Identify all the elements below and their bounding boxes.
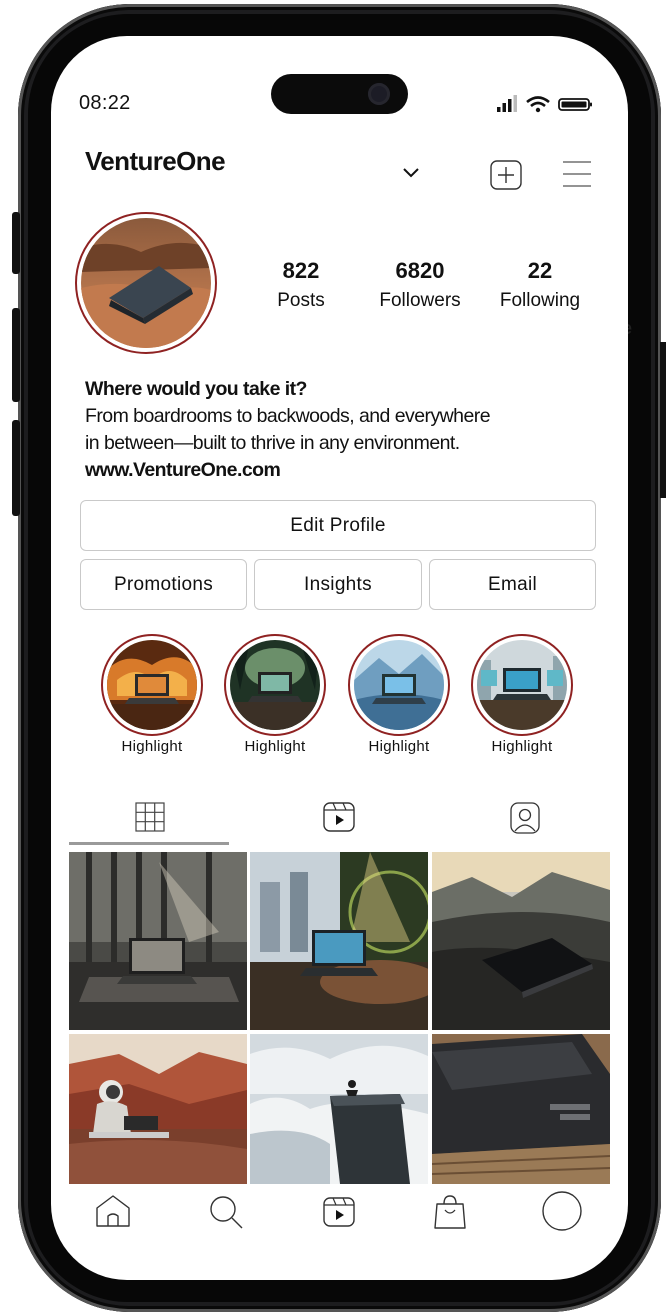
stat-value: 22 [527,258,553,283]
search-icon[interactable] [208,1194,244,1230]
grid-icon[interactable] [135,802,165,832]
status-icons [497,94,597,114]
dynamic-island [271,74,408,114]
highlight-image [477,640,567,730]
profile-bio: Where would you take it? From boardrooms… [85,376,605,484]
camera-lens [368,83,390,105]
post-thumbnail[interactable] [432,1034,610,1184]
stat-following[interactable]: 22 Following [480,258,600,312]
tagged-icon[interactable] [510,802,540,834]
insights-button[interactable]: Insights [254,559,422,610]
highlight-label: Highlight [244,738,306,755]
active-tab-indicator [69,842,229,845]
phone-power-button [660,342,666,498]
email-button[interactable]: Email [429,559,596,610]
highlight-ring [471,634,573,736]
post-thumbnail[interactable] [250,1034,428,1184]
phone-volume-down-button [12,420,20,516]
highlight-snow[interactable]: Highlight [347,634,451,755]
promotions-button[interactable]: Promotions [80,559,247,610]
avatar [81,218,211,348]
stat-label: Posts [277,290,325,311]
highlight-fire[interactable]: Highlight [100,634,204,755]
post-thumbnail[interactable] [432,852,610,1030]
highlight-city[interactable]: Highlight [470,634,574,755]
highlight-label: Highlight [368,738,430,755]
phone-action-button [12,212,20,274]
edit-profile-button[interactable]: Edit Profile [80,500,596,551]
post-thumbnail[interactable] [69,1034,247,1184]
stat-value: 822 [282,258,320,283]
phone-screen: 08:22 VentureOne 822 Posts 6820 Follower… [51,36,628,1280]
post-thumbnail[interactable] [69,852,247,1030]
highlight-image [230,640,320,730]
highlight-image [107,640,197,730]
bio-website-link[interactable]: www.VentureOne.com [85,457,605,484]
highlight-ring [348,634,450,736]
menu-icon[interactable] [562,160,592,188]
profile-icon[interactable] [541,1190,583,1232]
profile-avatar[interactable] [75,212,217,354]
highlight-ring [101,634,203,736]
status-time: 08:22 [79,92,131,114]
stat-followers[interactable]: 6820 Followers [360,258,480,312]
reels-nav-icon[interactable] [323,1197,355,1227]
add-post-icon[interactable] [490,160,522,190]
bio-line: in between—built to thrive in any enviro… [85,432,460,454]
stat-value: 6820 [395,258,445,283]
signal-wifi-battery-icon [497,95,592,113]
reels-icon[interactable] [323,802,355,832]
home-icon[interactable] [95,1194,131,1228]
stat-label: Following [499,290,581,311]
shop-icon[interactable] [433,1194,467,1230]
chevron-down-icon[interactable] [402,167,420,179]
highlight-label: Highlight [491,738,553,755]
bio-line: From boardrooms to backwoods, and everyw… [85,405,491,427]
post-thumbnail[interactable] [250,852,428,1030]
stat-posts[interactable]: 822 Posts [241,258,361,312]
highlight-forest[interactable]: Highlight [223,634,327,755]
highlight-image [354,640,444,730]
stat-label: Followers [379,290,461,311]
highlight-ring [224,634,326,736]
bio-headline: Where would you take it? [85,378,307,400]
phone-volume-up-button [12,308,20,402]
highlight-label: Highlight [121,738,183,755]
profile-username[interactable]: VentureOne [85,146,226,177]
